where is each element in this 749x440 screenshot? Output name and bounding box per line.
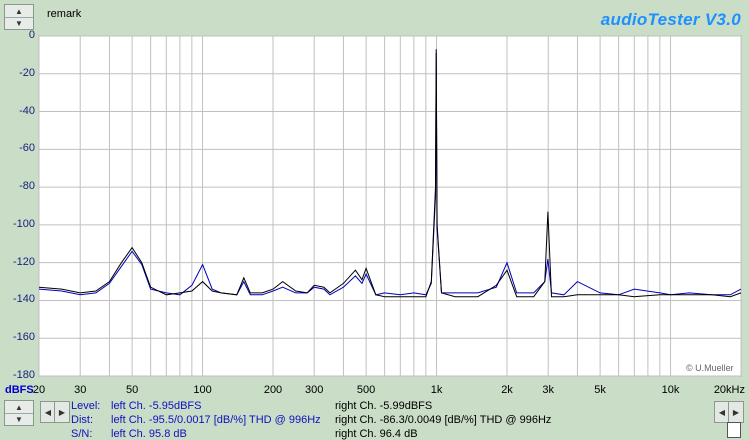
x-tick-label: 2k bbox=[501, 384, 513, 396]
dist-label: Dist: bbox=[71, 414, 93, 426]
sn-right: right Ch. 96.4 dB bbox=[335, 428, 418, 440]
level-label: Level: bbox=[71, 400, 101, 412]
x-tick-label: 300 bbox=[305, 384, 324, 396]
arrow-right-icon[interactable]: ▶ bbox=[54, 401, 70, 423]
x-tick-label: 30 bbox=[74, 384, 87, 396]
x-tick-label: 10k bbox=[661, 384, 680, 396]
x-tick-label: 100 bbox=[193, 384, 212, 396]
x-tick-label: 500 bbox=[356, 384, 376, 396]
x-tick-label: 1k bbox=[430, 384, 443, 396]
dist-left: left Ch. -95.5/0.0017 [dB/%] THD @ 996Hz bbox=[111, 414, 321, 426]
level-right: right Ch. -5.99dBFS bbox=[335, 400, 433, 412]
dist-right: right Ch. -86.3/0.0049 [dB/%] THD @ 996H… bbox=[335, 414, 552, 426]
x-tick-label: 200 bbox=[263, 384, 283, 396]
x-tick-label: 3k bbox=[542, 384, 555, 396]
page-icon[interactable] bbox=[727, 422, 741, 438]
sn-left: left Ch. 95.8 dB bbox=[111, 428, 187, 440]
arrow-right-icon[interactable]: ▶ bbox=[728, 401, 744, 423]
spin-down-icon[interactable]: ▼ bbox=[5, 413, 33, 425]
x-tick-label: 50 bbox=[125, 384, 139, 396]
footer-spinner[interactable]: ▲ ▼ bbox=[4, 400, 34, 426]
level-left: left Ch. -5.95dBFS bbox=[111, 400, 202, 412]
copyright: © U.Mueller bbox=[686, 363, 734, 373]
x-axis-labels: 20 30 50 100 200 300 500 1k 2k 3k 5k 10k 20kHz bbox=[0, 0, 749, 440]
x-tick-label: 20kHz bbox=[713, 384, 745, 396]
sn-label: S/N: bbox=[71, 428, 93, 440]
y-unit-label: dBFS bbox=[5, 384, 34, 396]
x-tick-label: 20 bbox=[32, 384, 46, 396]
x-tick-label: 5k bbox=[594, 384, 606, 396]
